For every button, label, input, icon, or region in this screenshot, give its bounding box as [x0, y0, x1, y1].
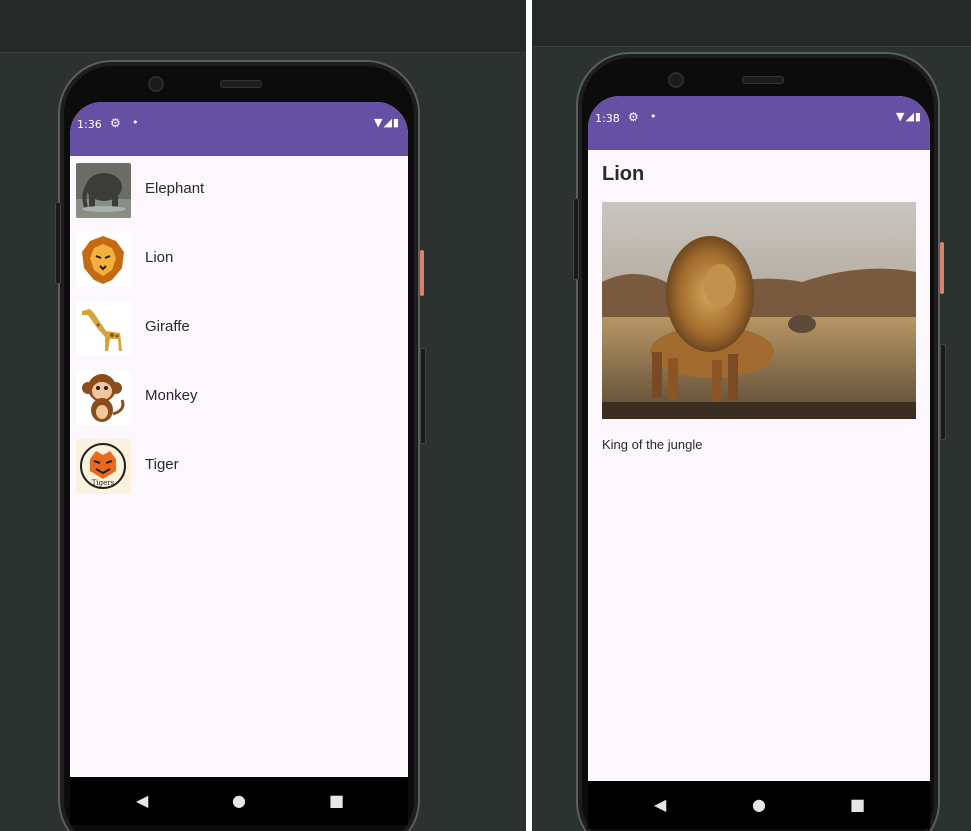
list-item-label: Elephant: [145, 180, 205, 197]
status-time: 1:38: [595, 112, 620, 125]
lion-photo: [602, 202, 916, 419]
system-nav-bar: ◀ ● ■: [588, 781, 930, 829]
status-bar: 1:38 ⚙ • ▼◢▮: [588, 96, 930, 150]
list-item-label: Monkey: [145, 387, 198, 404]
emulator-toolbar: [532, 0, 971, 47]
gear-icon: ⚙: [110, 116, 121, 130]
side-button[interactable]: [55, 202, 61, 284]
power-button[interactable]: [940, 242, 944, 294]
wifi-signal-battery-icon: ▼◢▮: [896, 110, 922, 123]
monkey-icon: [76, 370, 131, 425]
gear-icon: ⚙: [628, 110, 639, 124]
home-icon[interactable]: ●: [752, 795, 766, 814]
list-item-elephant[interactable]: Elephant: [70, 156, 408, 224]
side-button[interactable]: [573, 198, 579, 280]
list-item-giraffe[interactable]: Giraffe: [70, 294, 408, 362]
giraffe-icon: [76, 301, 131, 356]
volume-button[interactable]: [420, 348, 426, 444]
home-icon[interactable]: ●: [232, 791, 246, 810]
lion-icon: [76, 232, 131, 287]
tiger-icon: Tigers: [76, 439, 131, 494]
speaker-grille: [742, 76, 784, 84]
detail-title: Lion: [602, 163, 645, 185]
volume-button[interactable]: [940, 344, 946, 440]
back-icon[interactable]: ◀: [136, 791, 148, 810]
recents-icon[interactable]: ■: [329, 791, 344, 810]
list-item-lion[interactable]: Lion: [70, 225, 408, 293]
status-bar: 1:36 ⚙ • ▼◢▮: [70, 102, 408, 156]
camera-icon: [668, 72, 684, 88]
tiger-logo-text: Tigers: [92, 479, 115, 487]
list-item-tiger[interactable]: Tigers Tiger: [70, 432, 408, 500]
emulator-panel-list: 1:36 ⚙ • ▼◢▮ Elephant Lion Giraffe Monke…: [0, 0, 526, 831]
power-button[interactable]: [420, 250, 424, 296]
notification-dot: •: [650, 110, 657, 123]
app-screen-detail: 1:38 ⚙ • ▼◢▮ Lion King of the jungle: [588, 96, 930, 781]
elephant-icon: [76, 163, 131, 218]
phone-frame: 1:36 ⚙ • ▼◢▮ Elephant Lion Giraffe Monke…: [55, 60, 426, 831]
notification-dot: •: [132, 116, 139, 129]
system-nav-bar: ◀ ● ■: [70, 777, 408, 825]
emulator-panel-detail: 1:38 ⚙ • ▼◢▮ Lion King of the jungle ◀ ●…: [532, 0, 971, 831]
list-item-label: Tiger: [145, 456, 179, 473]
detail-description: King of the jungle: [602, 437, 703, 452]
recents-icon[interactable]: ■: [850, 795, 865, 814]
list-item-label: Lion: [145, 249, 174, 266]
list-item-label: Giraffe: [145, 318, 190, 335]
app-screen-list: 1:36 ⚙ • ▼◢▮ Elephant Lion Giraffe Monke…: [70, 102, 408, 777]
status-time: 1:36: [77, 118, 102, 131]
speaker-grille: [220, 80, 262, 88]
wifi-signal-battery-icon: ▼◢▮: [374, 116, 400, 129]
emulator-toolbar: [0, 0, 526, 53]
list-item-monkey[interactable]: Monkey: [70, 363, 408, 431]
back-icon[interactable]: ◀: [654, 795, 666, 814]
camera-icon: [148, 76, 164, 92]
phone-frame: 1:38 ⚙ • ▼◢▮ Lion King of the jungle ◀ ●…: [573, 52, 946, 831]
